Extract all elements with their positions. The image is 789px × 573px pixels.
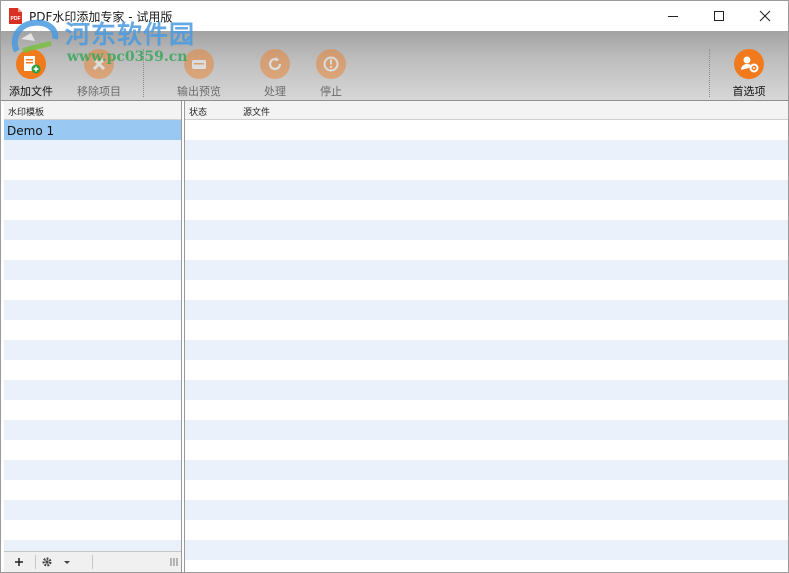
table-row	[185, 420, 788, 440]
list-item	[4, 360, 181, 380]
maximize-icon	[714, 11, 724, 21]
close-icon	[759, 10, 771, 22]
list-item	[4, 380, 181, 400]
list-item	[4, 500, 181, 520]
column-header-source-file[interactable]: 源文件	[243, 105, 270, 118]
list-item	[4, 340, 181, 360]
templates-header[interactable]: 水印模板	[4, 101, 181, 120]
template-item[interactable]: Demo 1	[4, 120, 181, 140]
list-item	[4, 280, 181, 300]
table-row	[185, 560, 788, 572]
table-row	[185, 380, 788, 400]
output-preview-label: 输出预览	[177, 85, 221, 98]
maximize-button[interactable]	[696, 1, 742, 31]
table-row	[185, 220, 788, 240]
table-row	[185, 520, 788, 540]
templates-list: Demo 1	[4, 120, 181, 560]
templates-panel: 水印模板 Demo 1	[4, 101, 182, 572]
column-header-status[interactable]: 状态	[189, 105, 207, 118]
templates-footer	[4, 551, 181, 572]
remove-item-button[interactable]: 移除项目	[77, 49, 121, 98]
list-item	[4, 260, 181, 280]
table-row	[185, 480, 788, 500]
table-row	[185, 360, 788, 380]
table-row	[185, 500, 788, 520]
add-file-button[interactable]: 添加文件	[9, 49, 53, 98]
add-file-label: 添加文件	[9, 85, 53, 98]
preferences-icon	[734, 49, 764, 79]
list-item	[4, 520, 181, 540]
table-row	[185, 240, 788, 260]
list-item	[4, 200, 181, 220]
remove-item-label: 移除项目	[77, 85, 121, 98]
template-settings-button[interactable]	[37, 552, 75, 572]
stop-label: 停止	[320, 85, 342, 98]
list-item	[4, 480, 181, 500]
title-bar[interactable]: PDF PDF水印添加专家 - 试用版	[1, 1, 788, 31]
list-item	[4, 320, 181, 340]
table-row	[185, 280, 788, 300]
table-row	[185, 440, 788, 460]
table-row	[185, 140, 788, 160]
resize-grip[interactable]	[168, 552, 180, 572]
process-icon	[260, 49, 290, 79]
output-preview-button[interactable]: 输出预览	[177, 49, 221, 98]
list-item	[4, 300, 181, 320]
list-item	[4, 460, 181, 480]
table-row	[185, 180, 788, 200]
table-row	[185, 340, 788, 360]
list-item	[4, 440, 181, 460]
table-row	[185, 320, 788, 340]
gear-icon	[42, 557, 52, 567]
toolbar-separator	[143, 49, 144, 97]
table-row	[185, 300, 788, 320]
list-item	[4, 420, 181, 440]
list-item	[4, 240, 181, 260]
list-item	[4, 140, 181, 160]
templates-header-label: 水印模板	[8, 108, 45, 118]
window-title: PDF水印添加专家 - 试用版	[29, 10, 173, 24]
table-row	[185, 460, 788, 480]
table-row	[185, 400, 788, 420]
toolbar: 添加文件 移除项目 输出预览 处理 停止 首选项	[1, 31, 788, 101]
toolbar-separator	[709, 49, 710, 97]
preferences-button[interactable]: 首选项	[727, 49, 771, 98]
footer-separator	[92, 555, 93, 569]
files-header: 状态 源文件	[185, 101, 788, 120]
process-button[interactable]: 处理	[253, 49, 297, 98]
remove-icon	[84, 49, 114, 79]
close-button[interactable]	[742, 1, 788, 31]
preview-icon	[184, 49, 214, 79]
files-panel: 状态 源文件	[184, 101, 788, 572]
dropdown-arrow-icon	[64, 561, 70, 564]
process-label: 处理	[264, 85, 286, 98]
table-row	[185, 200, 788, 220]
add-file-icon	[16, 49, 46, 79]
table-row	[185, 120, 788, 140]
preferences-label: 首选项	[732, 85, 766, 98]
list-item	[4, 220, 181, 240]
table-row	[185, 260, 788, 280]
grip-icon	[170, 558, 178, 566]
pdf-app-icon: PDF	[9, 8, 22, 24]
template-item-label: Demo 1	[7, 124, 55, 138]
add-template-button[interactable]	[4, 552, 34, 572]
list-item	[4, 180, 181, 200]
files-list[interactable]	[185, 120, 788, 572]
minimize-button[interactable]	[650, 1, 696, 31]
minimize-icon	[668, 16, 678, 17]
app-window: PDF PDF水印添加专家 - 试用版 添加文件 移除项目 输出预览 处理 停止…	[0, 0, 789, 573]
table-row	[185, 160, 788, 180]
footer-separator	[35, 555, 36, 569]
list-item	[4, 160, 181, 180]
table-row	[185, 540, 788, 560]
plus-icon	[15, 558, 23, 566]
list-item	[4, 400, 181, 420]
svg-text:PDF: PDF	[11, 16, 21, 22]
stop-icon	[316, 49, 346, 79]
stop-button[interactable]: 停止	[309, 49, 353, 98]
